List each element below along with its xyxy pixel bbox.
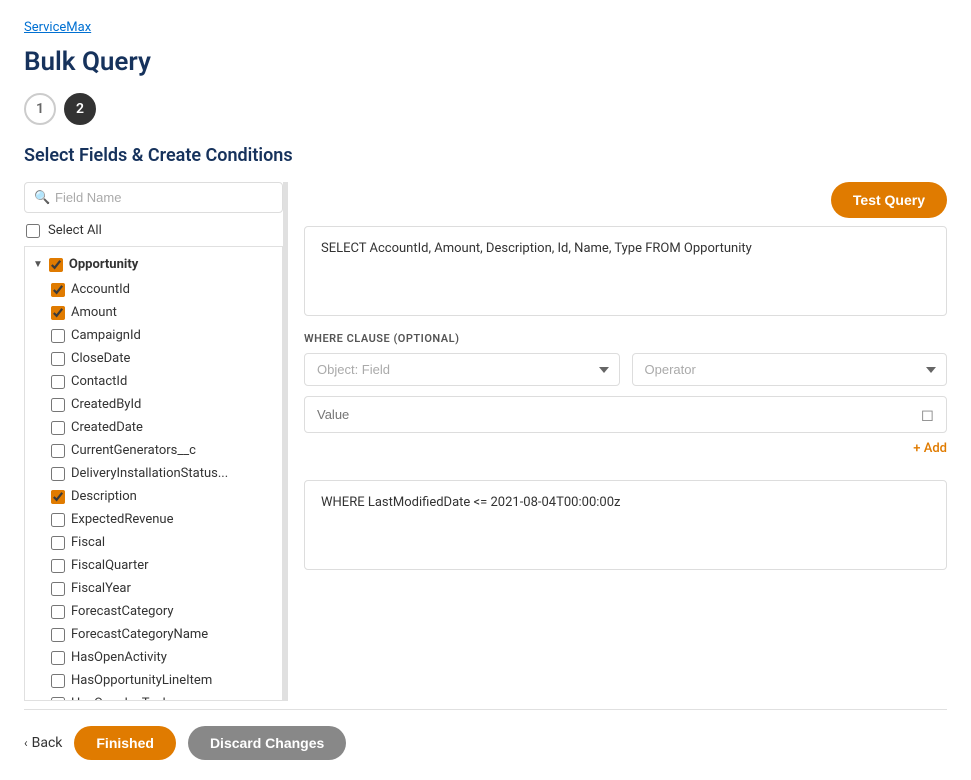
object-chevron-icon[interactable]: ▼ [33,259,43,270]
query-display: SELECT AccountId, Amount, Description, I… [304,226,947,316]
step-1: 1 [24,93,56,125]
where-clause-label: WHERE CLAUSE (OPTIONAL) [304,332,947,345]
field-contactid-label: ContactId [71,374,127,389]
test-query-button[interactable]: Test Query [831,182,947,218]
back-link[interactable]: ‹ Back [24,735,62,751]
field-fiscalyear-checkbox[interactable] [51,582,65,596]
field-deliveryinstall-checkbox[interactable] [51,467,65,481]
value-input[interactable] [317,407,921,422]
field-fiscal-label: Fiscal [71,535,105,550]
field-contactid-checkbox[interactable] [51,375,65,389]
page-title: Bulk Query [24,47,947,77]
field-campaignid-label: CampaignId [71,328,141,343]
discard-button[interactable]: Discard Changes [188,726,346,760]
section-title: Select Fields & Create Conditions [24,145,947,166]
field-hasopportunitylineitem-checkbox[interactable] [51,674,65,688]
field-description-checkbox[interactable] [51,490,65,504]
field-fiscalquarter-checkbox[interactable] [51,559,65,573]
select-all-label: Select All [48,223,102,238]
field-description-label: Description [71,489,137,504]
step-2: 2 [64,93,96,125]
object-checkbox[interactable] [49,258,63,272]
back-label: Back [32,735,63,751]
field-amount-label: Amount [71,305,117,320]
field-forecastcategory-checkbox[interactable] [51,605,65,619]
field-closedate-checkbox[interactable] [51,352,65,366]
back-chevron-icon: ‹ [24,736,28,750]
field-list: ▼ Opportunity AccountId Amount CampaignI… [24,246,283,701]
field-hasopportunitylineitem-label: HasOpportunityLineItem [71,673,212,688]
field-createddate-label: CreatedDate [71,420,143,435]
breadcrumb[interactable]: ServiceMax [24,20,947,35]
finished-button[interactable]: Finished [74,726,176,760]
field-expectedrevenue-label: ExpectedRevenue [71,512,173,527]
field-forecastcategoryname-label: ForecastCategoryName [71,627,208,642]
field-closedate-label: CloseDate [71,351,130,366]
field-forecastcategoryname-checkbox[interactable] [51,628,65,642]
field-accountid-label: AccountId [71,282,130,297]
field-fiscalyear-label: FiscalYear [71,581,131,596]
field-fiscal-checkbox[interactable] [51,536,65,550]
field-amount-checkbox[interactable] [51,306,65,320]
field-fiscalquarter-label: FiscalQuarter [71,558,149,573]
value-icon: ◻ [921,405,934,424]
field-campaignid-checkbox[interactable] [51,329,65,343]
field-accountid-checkbox[interactable] [51,283,65,297]
field-currentgenerators-checkbox[interactable] [51,444,65,458]
field-createdbyid-label: CreatedById [71,397,141,412]
search-icon: 🔍 [34,190,50,205]
field-hasoverduetask-label: HasOverdueTask [71,696,169,701]
add-condition-link[interactable]: + Add [913,441,947,456]
select-all-checkbox[interactable] [26,224,40,238]
step-indicators: 1 2 [24,93,947,125]
field-currentgenerators-label: CurrentGenerators__c [71,443,196,458]
field-hasoverduetask-checkbox[interactable] [51,697,65,702]
field-hasopenactivity-checkbox[interactable] [51,651,65,665]
search-input[interactable] [24,182,283,213]
object-name: Opportunity [69,257,138,272]
where-result-box: WHERE LastModifiedDate <= 2021-08-04T00:… [304,480,947,570]
operator-select[interactable]: Operator [632,353,948,386]
field-expectedrevenue-checkbox[interactable] [51,513,65,527]
field-createddate-checkbox[interactable] [51,421,65,435]
object-field-select[interactable]: Object: Field [304,353,620,386]
field-deliveryinstall-label: DeliveryInstallationStatus... [71,466,228,481]
field-forecastcategory-label: ForecastCategory [71,604,174,619]
field-hasopenactivity-label: HasOpenActivity [71,650,167,665]
field-createdbyid-checkbox[interactable] [51,398,65,412]
